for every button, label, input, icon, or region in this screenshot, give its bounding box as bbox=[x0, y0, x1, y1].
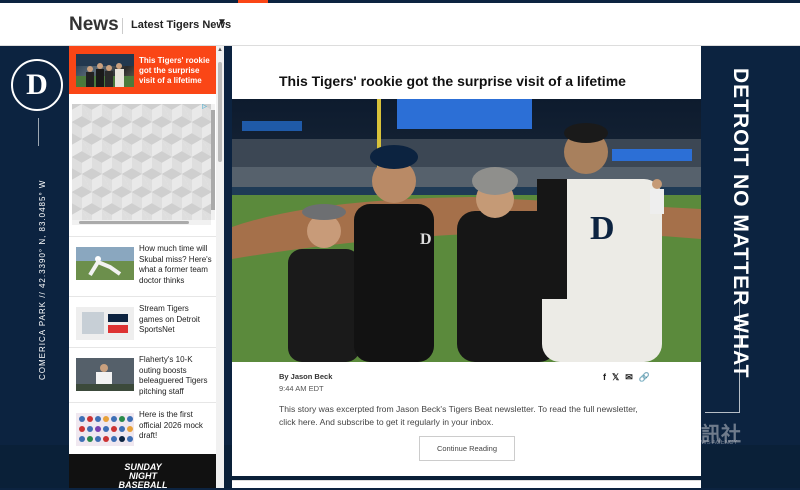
left-decor-line bbox=[38, 118, 39, 146]
sidebar-ad[interactable] bbox=[72, 104, 211, 220]
svg-text:D: D bbox=[590, 210, 615, 247]
article-hero-image[interactable]: D D bbox=[232, 99, 701, 362]
article-excerpt: This story was excerpted from Jason Beck… bbox=[279, 404, 638, 427]
ad-text[interactable]: SUNDAY NIGHT BASEBALL bbox=[113, 463, 173, 490]
continue-reading-button[interactable]: Continue Reading bbox=[419, 436, 515, 461]
story-thumbnail[interactable] bbox=[76, 413, 134, 446]
story-thumbnail[interactable] bbox=[76, 247, 134, 280]
page-title[interactable]: News bbox=[69, 14, 119, 36]
share-bar: f 𝕏 ✉ 🔗 bbox=[603, 372, 650, 383]
sidebar-story[interactable]: Stream Tigers games on Detroit SportsNet bbox=[69, 296, 216, 351]
right-decor-line bbox=[739, 295, 740, 412]
left-skin bbox=[0, 46, 69, 488]
featured-story-title[interactable]: This Tigers' rookie got the surprise vis… bbox=[139, 56, 214, 86]
article-byline[interactable]: By Jason Beck bbox=[279, 372, 332, 381]
article-headline[interactable]: This Tigers' rookie got the surprise vis… bbox=[279, 73, 626, 89]
chevron-down-icon[interactable]: ▼ bbox=[217, 17, 227, 28]
agency-watermark-sub: WS AGENCY bbox=[701, 440, 738, 446]
link-icon[interactable]: 🔗 bbox=[639, 372, 650, 383]
header-divider bbox=[122, 18, 123, 34]
x-icon[interactable]: 𝕏 bbox=[612, 372, 619, 383]
ad-choices-icon[interactable]: ▷ bbox=[200, 103, 209, 111]
team-slogan: DETROIT NO MATTER WHAT bbox=[729, 68, 752, 379]
sidebar-story[interactable]: Flaherty's 10-K outing boosts beleaguere… bbox=[69, 347, 216, 402]
sidebar-story[interactable]: Here is the first official 2026 mock dra… bbox=[69, 402, 216, 457]
story-thumbnail[interactable] bbox=[76, 307, 134, 340]
ad-horizontal-scroll-thumb[interactable] bbox=[79, 221, 189, 224]
site-header: News Latest Tigers News ▼ bbox=[0, 3, 800, 46]
scroll-up-icon[interactable]: ▲ bbox=[217, 47, 223, 53]
svg-text:D: D bbox=[420, 231, 432, 248]
email-icon[interactable]: ✉ bbox=[625, 372, 633, 383]
facebook-icon[interactable]: f bbox=[603, 372, 606, 383]
next-article-card bbox=[232, 480, 701, 488]
story-title[interactable]: Flaherty's 10-K outing boosts beleaguere… bbox=[139, 355, 214, 397]
sidebar-scroll-thumb[interactable] bbox=[218, 62, 222, 162]
story-title[interactable]: Here is the first official 2026 mock dra… bbox=[139, 410, 214, 442]
story-title[interactable]: How much time will Skubal miss? Here's w… bbox=[139, 244, 214, 286]
sidebar-story[interactable]: How much time will Skubal miss? Here's w… bbox=[69, 236, 216, 291]
ballpark-coordinates: COMERICA PARK // 42.3390° N, 83.0485° W bbox=[38, 179, 47, 380]
story-thumbnail[interactable] bbox=[76, 358, 134, 391]
featured-story-thumbnail[interactable] bbox=[76, 54, 134, 87]
right-decor-tick bbox=[705, 412, 740, 413]
ad-vertical-scroll-thumb[interactable] bbox=[211, 110, 215, 210]
story-title[interactable]: Stream Tigers games on Detroit SportsNet bbox=[139, 304, 214, 336]
tigers-logo[interactable]: D bbox=[11, 59, 63, 111]
article-timestamp: 9:44 AM EDT bbox=[279, 384, 324, 393]
